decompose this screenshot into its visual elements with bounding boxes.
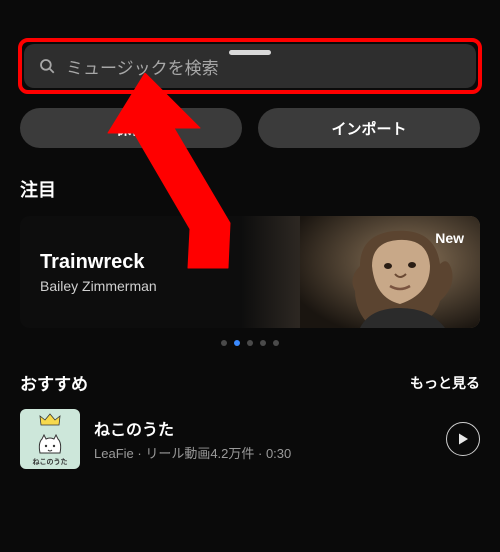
search-icon: [38, 57, 56, 75]
track-row[interactable]: ねこのうた ねこのうた LeaFie · リール動画4.2万件 · 0:30: [20, 409, 480, 469]
recommended-heading: おすすめ: [20, 370, 88, 395]
dot[interactable]: [273, 340, 279, 346]
see-more-link[interactable]: もっと見る: [410, 373, 480, 393]
drag-handle[interactable]: [229, 50, 271, 55]
featured-track-title: Trainwreck: [40, 251, 157, 274]
cat-icon: [36, 433, 64, 457]
play-icon: [458, 433, 469, 445]
search-highlight-box: ミュージックを検索: [18, 38, 482, 94]
dot[interactable]: [221, 340, 227, 346]
play-button[interactable]: [446, 422, 480, 456]
dot-active[interactable]: [234, 340, 240, 346]
track-meta: ねこのうた LeaFie · リール動画4.2万件 · 0:30: [94, 416, 432, 462]
featured-heading: 注目: [20, 176, 480, 202]
dot[interactable]: [260, 340, 266, 346]
featured-text: Trainwreck Bailey Zimmerman: [20, 251, 157, 294]
page-indicator: [0, 340, 500, 346]
track-title: ねこのうた: [94, 416, 432, 440]
recommended-header: おすすめ もっと見る: [20, 370, 480, 395]
featured-card[interactable]: Trainwreck Bailey Zimmerman New: [20, 216, 480, 328]
action-buttons-row: 保存 インポート: [20, 108, 480, 148]
search-placeholder: ミュージックを検索: [66, 54, 219, 79]
saved-button[interactable]: 保存: [20, 108, 242, 148]
album-art: ねこのうた: [20, 409, 80, 469]
import-button[interactable]: インポート: [258, 108, 480, 148]
crown-icon: [39, 413, 61, 427]
album-caption: ねこのうた: [20, 457, 80, 467]
new-badge: New: [435, 230, 464, 246]
featured-track-artist: Bailey Zimmerman: [40, 278, 157, 294]
track-subtitle: LeaFie · リール動画4.2万件 · 0:30: [94, 443, 432, 462]
dot[interactable]: [247, 340, 253, 346]
